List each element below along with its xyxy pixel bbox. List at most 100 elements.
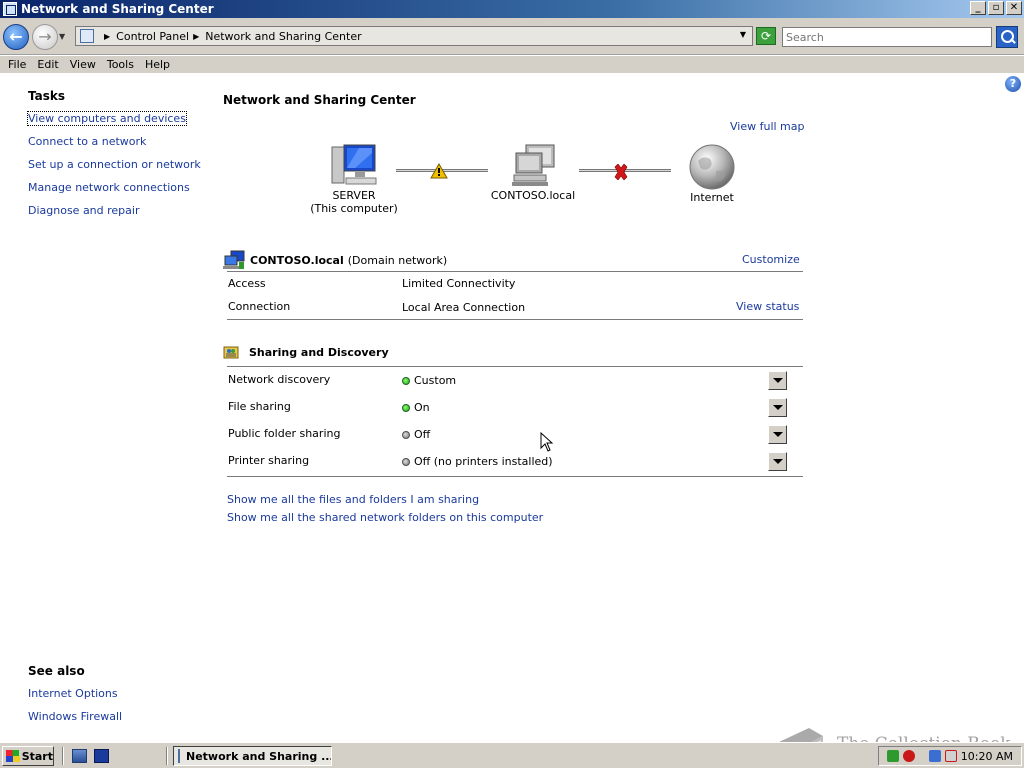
connection-label: Connection: [228, 300, 291, 313]
domain-network-icon: [223, 250, 245, 269]
printer-sharing-status: Off (no printers installed): [402, 455, 553, 468]
network-name: CONTOSO.local: [490, 189, 576, 202]
public-folder-sharing-label: Public folder sharing: [228, 427, 341, 440]
sharing-title: Sharing and Discovery: [249, 345, 389, 359]
warning-icon[interactable]: [430, 163, 448, 179]
close-button[interactable]: ✕: [1006, 1, 1022, 15]
task-manage-connections[interactable]: Manage network connections: [28, 181, 190, 194]
network-center-icon: [178, 749, 180, 763]
task-setup-connection[interactable]: Set up a connection or network: [28, 158, 201, 171]
clock[interactable]: 10:20 AM: [961, 750, 1013, 763]
windows-logo-icon: [6, 750, 20, 762]
menu-file[interactable]: File: [8, 58, 26, 71]
network-discovery-expand-button[interactable]: [768, 371, 787, 390]
menu-tools[interactable]: Tools: [107, 58, 134, 71]
task-view-computers[interactable]: View computers and devices: [27, 111, 187, 126]
printer-sharing-label: Printer sharing: [228, 454, 310, 467]
status-on-icon: [402, 376, 410, 385]
divider: [227, 271, 803, 272]
globe-icon: [689, 144, 735, 190]
taskbar: Start Network and Sharing ... 10:20 AM: [0, 742, 1024, 768]
public-folder-sharing-value: Off: [414, 428, 431, 441]
network-center-icon: [3, 2, 17, 16]
divider: [227, 366, 803, 367]
show-desktop-icon[interactable]: [94, 749, 109, 763]
task-connect-network[interactable]: Connect to a network: [28, 135, 146, 148]
network-status-icon[interactable]: [929, 750, 941, 762]
network-name-label: CONTOSO.local: [250, 253, 344, 267]
see-also-heading: See also: [28, 664, 85, 678]
task-diagnose-repair[interactable]: Diagnose and repair: [28, 204, 140, 217]
search-icon[interactable]: [996, 26, 1018, 48]
status-off-icon: [402, 457, 410, 466]
start-label: Start: [21, 749, 53, 763]
toolbar-grip[interactable]: [166, 747, 168, 765]
sharing-icon: [223, 346, 239, 359]
printer-sharing-expand-button[interactable]: [768, 452, 787, 471]
show-shared-folders-link[interactable]: Show me all the shared network folders o…: [227, 511, 543, 524]
network-section-header: CONTOSO.local (Domain network): [223, 250, 803, 270]
maximize-button[interactable]: ▫: [988, 1, 1004, 15]
computer-name: SERVER: [332, 189, 376, 202]
file-sharing-status: On: [402, 401, 430, 414]
title-bar: Network and Sharing Center _ ▫ ✕: [0, 0, 1024, 18]
system-tray: 10:20 AM: [878, 746, 1022, 766]
network-icon: [512, 144, 555, 186]
link-windows-firewall[interactable]: Windows Firewall: [28, 710, 122, 723]
connection-value: Local Area Connection: [402, 301, 526, 314]
link-internet-options[interactable]: Internet Options: [28, 687, 118, 700]
map-node-computer[interactable]: SERVER (This computer): [308, 143, 400, 215]
refresh-icon[interactable]: ⟳: [756, 27, 776, 45]
public-folder-sharing-status: Off: [402, 428, 430, 441]
internet-name: Internet: [690, 191, 734, 204]
page-title: Network and Sharing Center: [223, 93, 416, 107]
taskbar-item-network-center[interactable]: Network and Sharing ...: [173, 746, 332, 766]
map-node-network[interactable]: CONTOSO.local: [490, 143, 576, 202]
file-sharing-label: File sharing: [228, 400, 291, 413]
breadcrumb-network-center[interactable]: Network and Sharing Center: [205, 30, 361, 43]
toolbar-grip[interactable]: [62, 747, 64, 765]
volume-muted-icon[interactable]: [945, 750, 957, 762]
show-shared-files-link[interactable]: Show me all the files and folders I am s…: [227, 493, 479, 506]
error-x-icon[interactable]: [613, 164, 629, 180]
address-dropdown-icon[interactable]: ▼: [740, 30, 746, 39]
back-arrow-icon[interactable]: ←: [3, 24, 29, 50]
search-input[interactable]: [782, 27, 992, 47]
public-folder-sharing-expand-button[interactable]: [768, 425, 787, 444]
menu-bar: File Edit View Tools Help: [0, 56, 1024, 74]
network-type-label: (Domain network): [347, 253, 448, 267]
recent-pages-dropdown-icon[interactable]: ▼: [59, 32, 65, 41]
chevron-right-icon[interactable]: ▶: [104, 32, 110, 41]
address-toolbar: ← → ▼ ▶ Control Panel ▶ Network and Shar…: [0, 18, 1024, 55]
file-sharing-value: On: [414, 401, 430, 414]
view-full-map-link[interactable]: View full map: [730, 120, 805, 133]
address-bar[interactable]: ▶ Control Panel ▶ Network and Sharing Ce…: [75, 26, 753, 46]
menu-view[interactable]: View: [70, 58, 96, 71]
network-discovery-status: Custom: [402, 374, 456, 387]
computer-icon: [331, 144, 377, 185]
menu-edit[interactable]: Edit: [37, 58, 58, 71]
taskbar-item-label: Network and Sharing ...: [186, 749, 332, 763]
menu-help[interactable]: Help: [145, 58, 170, 71]
access-value: Limited Connectivity: [402, 277, 516, 290]
printer-sharing-value: Off (no printers installed): [414, 455, 553, 468]
sharing-section-header: Sharing and Discovery: [223, 344, 803, 360]
computer-subtitle: (This computer): [310, 202, 398, 215]
alert-icon[interactable]: [903, 750, 915, 762]
access-label: Access: [228, 277, 266, 290]
server-manager-icon[interactable]: [72, 749, 87, 763]
help-icon[interactable]: ?: [1005, 76, 1021, 92]
divider: [227, 319, 803, 320]
start-button[interactable]: Start: [2, 746, 54, 766]
view-status-link[interactable]: View status: [736, 300, 799, 313]
file-sharing-expand-button[interactable]: [768, 398, 787, 417]
chevron-right-icon[interactable]: ▶: [193, 32, 199, 41]
mouse-cursor-icon: [540, 432, 554, 452]
minimize-button[interactable]: _: [970, 1, 986, 15]
status-on-icon: [402, 403, 410, 412]
security-shield-icon[interactable]: [887, 750, 899, 762]
map-node-internet[interactable]: Internet: [680, 143, 744, 204]
breadcrumb-control-panel[interactable]: Control Panel: [116, 30, 189, 43]
forward-arrow-icon[interactable]: →: [32, 24, 58, 50]
customize-link[interactable]: Customize: [742, 253, 800, 266]
